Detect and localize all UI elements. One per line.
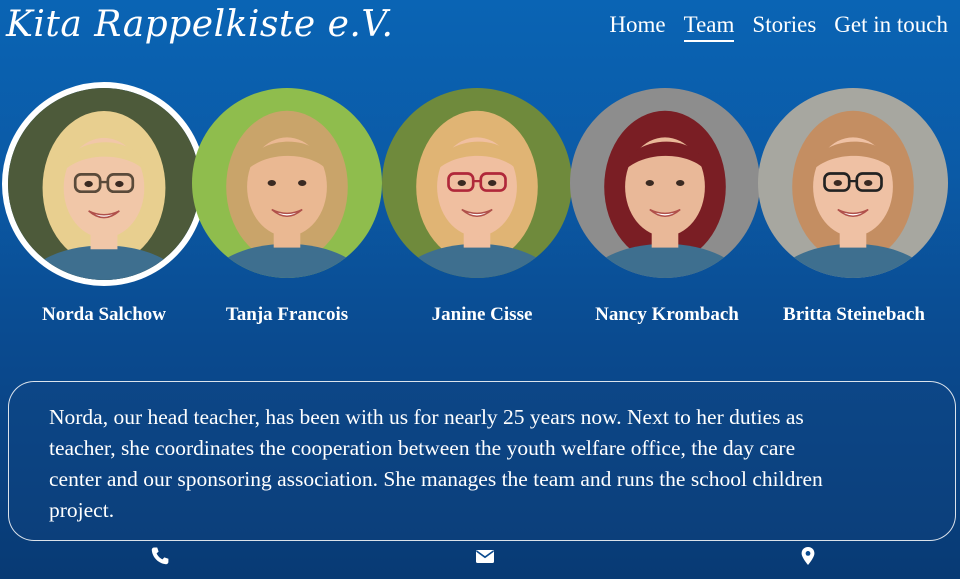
nav-team[interactable]: Team <box>683 12 735 42</box>
main-nav: Home Team Stories Get in touch <box>609 12 948 42</box>
site-header: Kita Rappelkiste e.V. Home Team Stories … <box>0 0 960 60</box>
member-bio-text: Norda, our head teacher, has been with u… <box>49 405 823 522</box>
portrait-photo <box>758 88 948 278</box>
nav-get-in-touch[interactable]: Get in touch <box>834 12 948 42</box>
portrait-photo <box>382 88 572 278</box>
team-member-nancy[interactable]: Nancy Krombach <box>570 80 770 330</box>
team-member-janine[interactable]: Janine Cisse <box>382 80 582 330</box>
team-member-norda[interactable]: Norda Salchow <box>2 80 206 330</box>
nav-stories[interactable]: Stories <box>752 12 816 42</box>
portrait-photo <box>192 88 382 278</box>
member-bio-panel: Norda, our head teacher, has been with u… <box>8 381 956 541</box>
member-name: Janine Cisse <box>431 304 533 325</box>
nav-home[interactable]: Home <box>609 12 665 42</box>
map-marker-icon[interactable] <box>798 546 818 566</box>
member-name: Britta Steinebach <box>783 304 925 325</box>
envelope-icon[interactable] <box>475 546 495 566</box>
team-gallery: Norda Salchow Tanja Francois Janine Ciss… <box>0 80 960 340</box>
team-member-tanja[interactable]: Tanja Francois <box>192 80 392 330</box>
site-footer <box>0 544 960 574</box>
portrait-photo <box>2 82 206 286</box>
site-logo[interactable]: Kita Rappelkiste e.V. <box>6 4 394 45</box>
member-name: Tanja Francois <box>225 304 349 325</box>
member-name: Nancy Krombach <box>595 304 739 325</box>
portrait-photo <box>570 88 760 278</box>
team-member-britta[interactable]: Britta Steinebach <box>758 80 958 330</box>
phone-icon[interactable] <box>150 546 170 566</box>
member-name: Norda Salchow <box>41 304 167 325</box>
